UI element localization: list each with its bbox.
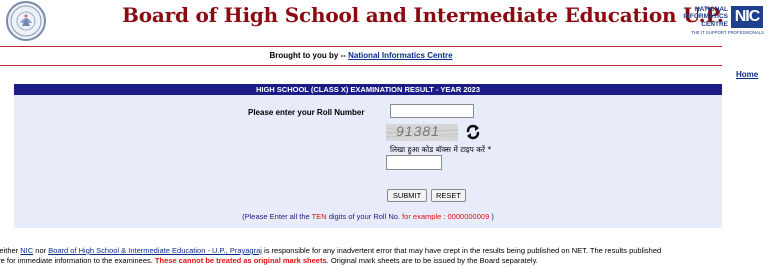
disclaimer-text: is responsible for any inadvertent error…: [261, 246, 662, 255]
board-link[interactable]: Board of High School & Intermediate Educ…: [48, 246, 262, 255]
captcha-input[interactable]: [386, 155, 442, 170]
home-link[interactable]: Home: [736, 70, 758, 79]
disclaimer: Neither NIC nor Board of High School & I…: [0, 246, 768, 266]
nic-logo: NATIONAL INFORMATICS CENTRE NIC THE IT S…: [682, 5, 764, 38]
nic-logo-tagline: THE IT SUPPORT PROFESSIONALS: [691, 30, 764, 35]
page-title: Board of High School and Intermediate Ed…: [122, 3, 724, 27]
disclaimer-warning: These cannot be treated as original mark…: [154, 256, 327, 265]
disclaimer-line1: Neither NIC nor Board of High School & I…: [0, 246, 768, 256]
reset-button[interactable]: RESET: [431, 189, 466, 202]
nic-logo-line1: NATIONAL: [694, 6, 728, 13]
captcha-code: 91381: [396, 124, 440, 139]
captcha-image: 91381: [386, 124, 458, 141]
credit-prefix: Brought to you by --: [269, 51, 349, 60]
disclaimer-nic-link[interactable]: NIC: [20, 246, 33, 255]
refresh-icon[interactable]: [464, 123, 482, 141]
note-ten: TEN: [311, 212, 327, 221]
note-part3: ): [489, 212, 494, 221]
disclaimer-text: . Original mark sheets are to be issued …: [326, 256, 538, 265]
note-part2: digits of your Roll No.: [326, 212, 403, 221]
roll-number-note: (Please Enter all the TEN digits of your…: [0, 212, 736, 221]
page-header: Board of High School and Intermediate Ed…: [0, 0, 768, 44]
roll-number-label: Please enter your Roll Number: [248, 108, 365, 117]
result-form-panel: HIGH SCHOOL (CLASS X) EXAMINATION RESULT…: [14, 84, 722, 228]
nic-logo-mark: NIC: [731, 6, 763, 28]
header-divider: [0, 46, 722, 47]
captcha-hint: लिखा हुआ कोड बॉक्स में टाइप करें *: [390, 145, 492, 154]
credit-line: Brought to you by -- National Informatic…: [0, 51, 722, 60]
roll-number-input[interactable]: [390, 104, 474, 118]
disclaimer-text: Neither: [0, 246, 19, 255]
disclaimer-line2: are for immediate information to the exa…: [0, 256, 768, 266]
note-part1: (Please Enter all the: [242, 212, 312, 221]
disclaimer-text: are for immediate information to the exa…: [0, 256, 155, 265]
up-board-emblem-icon: [6, 1, 46, 41]
nic-link[interactable]: National Informatics Centre: [348, 51, 452, 60]
disclaimer-text: nor: [33, 246, 49, 255]
nic-logo-line2: INFORMATICS: [683, 13, 728, 21]
note-example: for example : 0000000009: [402, 212, 490, 221]
form-heading: HIGH SCHOOL (CLASS X) EXAMINATION RESULT…: [14, 84, 722, 95]
submit-button[interactable]: SUBMIT: [387, 189, 427, 202]
credit-divider: [0, 65, 722, 66]
nic-logo-line3: CENTRE: [701, 20, 728, 28]
